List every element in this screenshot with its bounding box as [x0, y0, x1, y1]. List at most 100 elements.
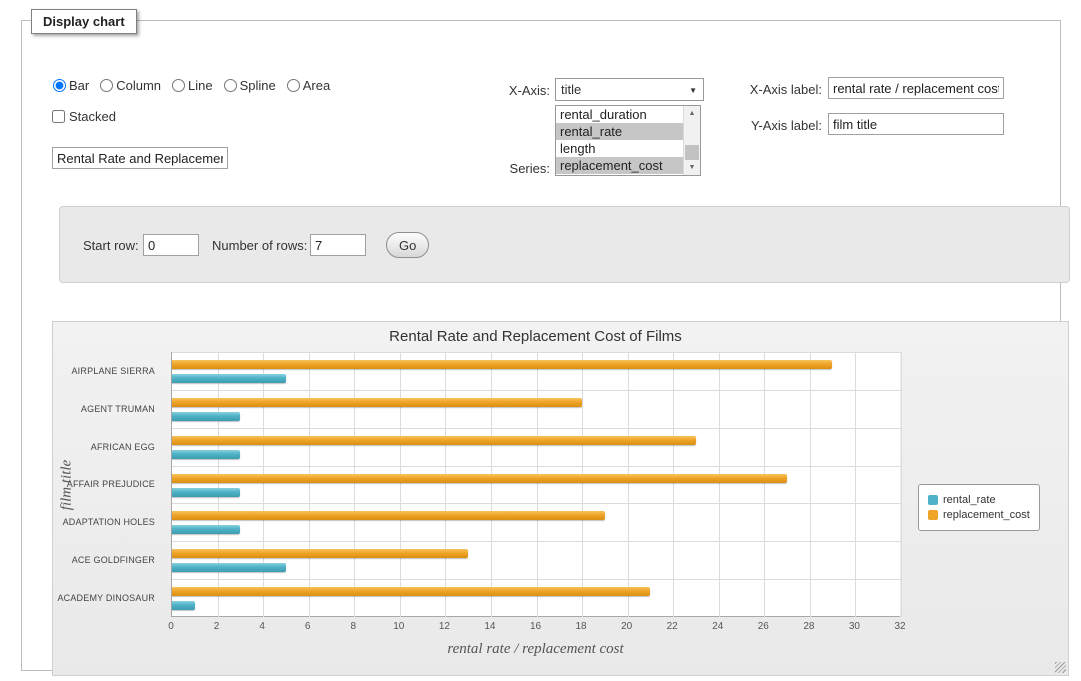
bar-replacement-cost-adaptation-holes[interactable]	[172, 511, 605, 520]
chart-type-option-line[interactable]: Line	[172, 78, 213, 93]
x-tick-label: 4	[259, 621, 265, 632]
category-label: AFRICAN EGG	[91, 442, 155, 452]
chart-type-option-label: Bar	[69, 78, 89, 93]
bar-replacement-cost-ace-goldfinger[interactable]	[172, 549, 468, 558]
series-option-rental-rate[interactable]: rental_rate	[556, 123, 684, 140]
x-axis-label-input[interactable]	[828, 77, 1004, 99]
x-axis-selected-value: title	[561, 82, 581, 97]
x-tick-label: 14	[484, 621, 495, 632]
series-multiselect[interactable]: rental_durationrental_ratelengthreplacem…	[555, 105, 701, 176]
gridline	[537, 352, 538, 617]
gridline	[172, 579, 901, 580]
resize-handle-icon[interactable]	[1055, 662, 1066, 673]
chart-category-labels: AIRPLANE SIERRA AGENT TRUMAN AFRICAN EGG AF…	[53, 352, 163, 617]
gridline	[764, 352, 765, 617]
x-tick-label: 18	[576, 621, 587, 632]
legend-label: rental_rate	[943, 494, 996, 506]
chevron-down-icon: ▼	[689, 86, 697, 95]
bar-rental-rate-african-egg[interactable]	[172, 450, 240, 459]
series-options: rental_durationrental_ratelengthreplacem…	[556, 106, 684, 174]
chart-type-option-label: Line	[188, 78, 213, 93]
series-field-label: Series:	[472, 161, 550, 176]
gridline	[673, 352, 674, 617]
gridline	[172, 541, 901, 542]
bar-rental-rate-affair-prejudice[interactable]	[172, 488, 240, 497]
chart-type-radio-column[interactable]	[100, 79, 113, 92]
chart-title: Rental Rate and Replacement Cost of Film…	[171, 328, 900, 345]
legend-item-replacement-cost[interactable]: replacement_cost	[928, 509, 1030, 521]
x-tick-label: 16	[530, 621, 541, 632]
category-label: ADAPTATION HOLES	[63, 517, 155, 527]
bar-rental-rate-agent-truman[interactable]	[172, 412, 240, 421]
bar-rental-rate-ace-goldfinger[interactable]	[172, 563, 286, 572]
legend-label: replacement_cost	[943, 509, 1030, 521]
bar-rental-rate-academy-dinosaur[interactable]	[172, 601, 195, 610]
x-tick-label: 30	[849, 621, 860, 632]
bar-replacement-cost-airplane-sierra[interactable]	[172, 360, 832, 369]
number-of-rows-label: Number of rows:	[212, 238, 307, 253]
x-tick-label: 8	[350, 621, 356, 632]
category-label: AGENT TRUMAN	[81, 404, 155, 414]
gridline	[263, 352, 264, 617]
gridline	[400, 352, 401, 617]
series-option-replacement-cost[interactable]: replacement_cost	[556, 157, 684, 174]
chart-type-option-label: Column	[116, 78, 161, 93]
gridline	[445, 352, 446, 617]
bar-replacement-cost-academy-dinosaur[interactable]	[172, 587, 650, 596]
chart-type-radio-spline[interactable]	[224, 79, 237, 92]
legend-swatch-icon	[928, 495, 938, 505]
row-controls-panel: Start row: Number of rows: Go	[59, 206, 1070, 283]
bar-rental-rate-adaptation-holes[interactable]	[172, 525, 240, 534]
app: Display chart BarColumnLineSplineArea St…	[0, 0, 1081, 681]
gridline	[172, 503, 901, 504]
legend-item-rental-rate[interactable]: rental_rate	[928, 494, 1030, 506]
chart-type-radio-bar[interactable]	[53, 79, 66, 92]
chart-legend: rental_rate replacement_cost	[918, 484, 1040, 531]
stacked-checkbox[interactable]	[52, 110, 65, 123]
category-label: ACE GOLDFINGER	[72, 555, 155, 565]
category-label: AFFAIR PREJUDICE	[67, 479, 155, 489]
series-option-length[interactable]: length	[556, 140, 684, 157]
x-axis-label-field-label: X-Axis label:	[734, 82, 822, 97]
x-axis-field-label: X-Axis:	[472, 83, 550, 98]
go-button[interactable]: Go	[386, 232, 429, 258]
gridline	[719, 352, 720, 617]
gridline	[172, 428, 901, 429]
stacked-option[interactable]: Stacked	[52, 109, 116, 124]
bar-rental-rate-airplane-sierra[interactable]	[172, 374, 286, 383]
x-tick-label: 32	[894, 621, 905, 632]
chart-type-radio-line[interactable]	[172, 79, 185, 92]
bar-replacement-cost-african-egg[interactable]	[172, 436, 696, 445]
chart-title-input[interactable]	[52, 147, 228, 169]
x-axis-select[interactable]: title ▼	[555, 78, 704, 101]
gridline	[354, 352, 355, 617]
chart-type-option-bar[interactable]: Bar	[53, 78, 89, 93]
chart-type-option-area[interactable]: Area	[287, 78, 330, 93]
chart-type-option-column[interactable]: Column	[100, 78, 161, 93]
chart-x-axis-ticks: 02468101214161820222426283032	[171, 617, 900, 633]
chart-type-radio-area[interactable]	[287, 79, 300, 92]
x-tick-label: 12	[439, 621, 450, 632]
gridline	[172, 390, 901, 391]
y-axis-label-input[interactable]	[828, 113, 1004, 135]
start-row-input[interactable]	[143, 234, 199, 256]
chart-type-option-label: Spline	[240, 78, 276, 93]
x-tick-label: 22	[667, 621, 678, 632]
x-tick-label: 28	[803, 621, 814, 632]
scroll-down-icon[interactable]: ▼	[684, 160, 700, 175]
chart-type-option-spline[interactable]: Spline	[224, 78, 276, 93]
x-tick-label: 24	[712, 621, 723, 632]
category-label: AIRPLANE SIERRA	[71, 366, 155, 376]
scrollbar[interactable]: ▲ ▼	[683, 106, 700, 175]
number-of-rows-input[interactable]	[310, 234, 366, 256]
scroll-up-icon[interactable]: ▲	[684, 106, 700, 121]
category-label: ACADEMY DINOSAUR	[57, 593, 155, 603]
chart-type-options: Bar Column Line Spline Area	[53, 78, 341, 93]
gridline	[855, 352, 856, 617]
bar-replacement-cost-affair-prejudice[interactable]	[172, 474, 787, 483]
gridline	[218, 352, 219, 617]
bar-replacement-cost-agent-truman[interactable]	[172, 398, 582, 407]
scrollbar-thumb[interactable]	[685, 145, 699, 160]
series-option-rental-duration[interactable]: rental_duration	[556, 106, 684, 123]
x-tick-label: 20	[621, 621, 632, 632]
